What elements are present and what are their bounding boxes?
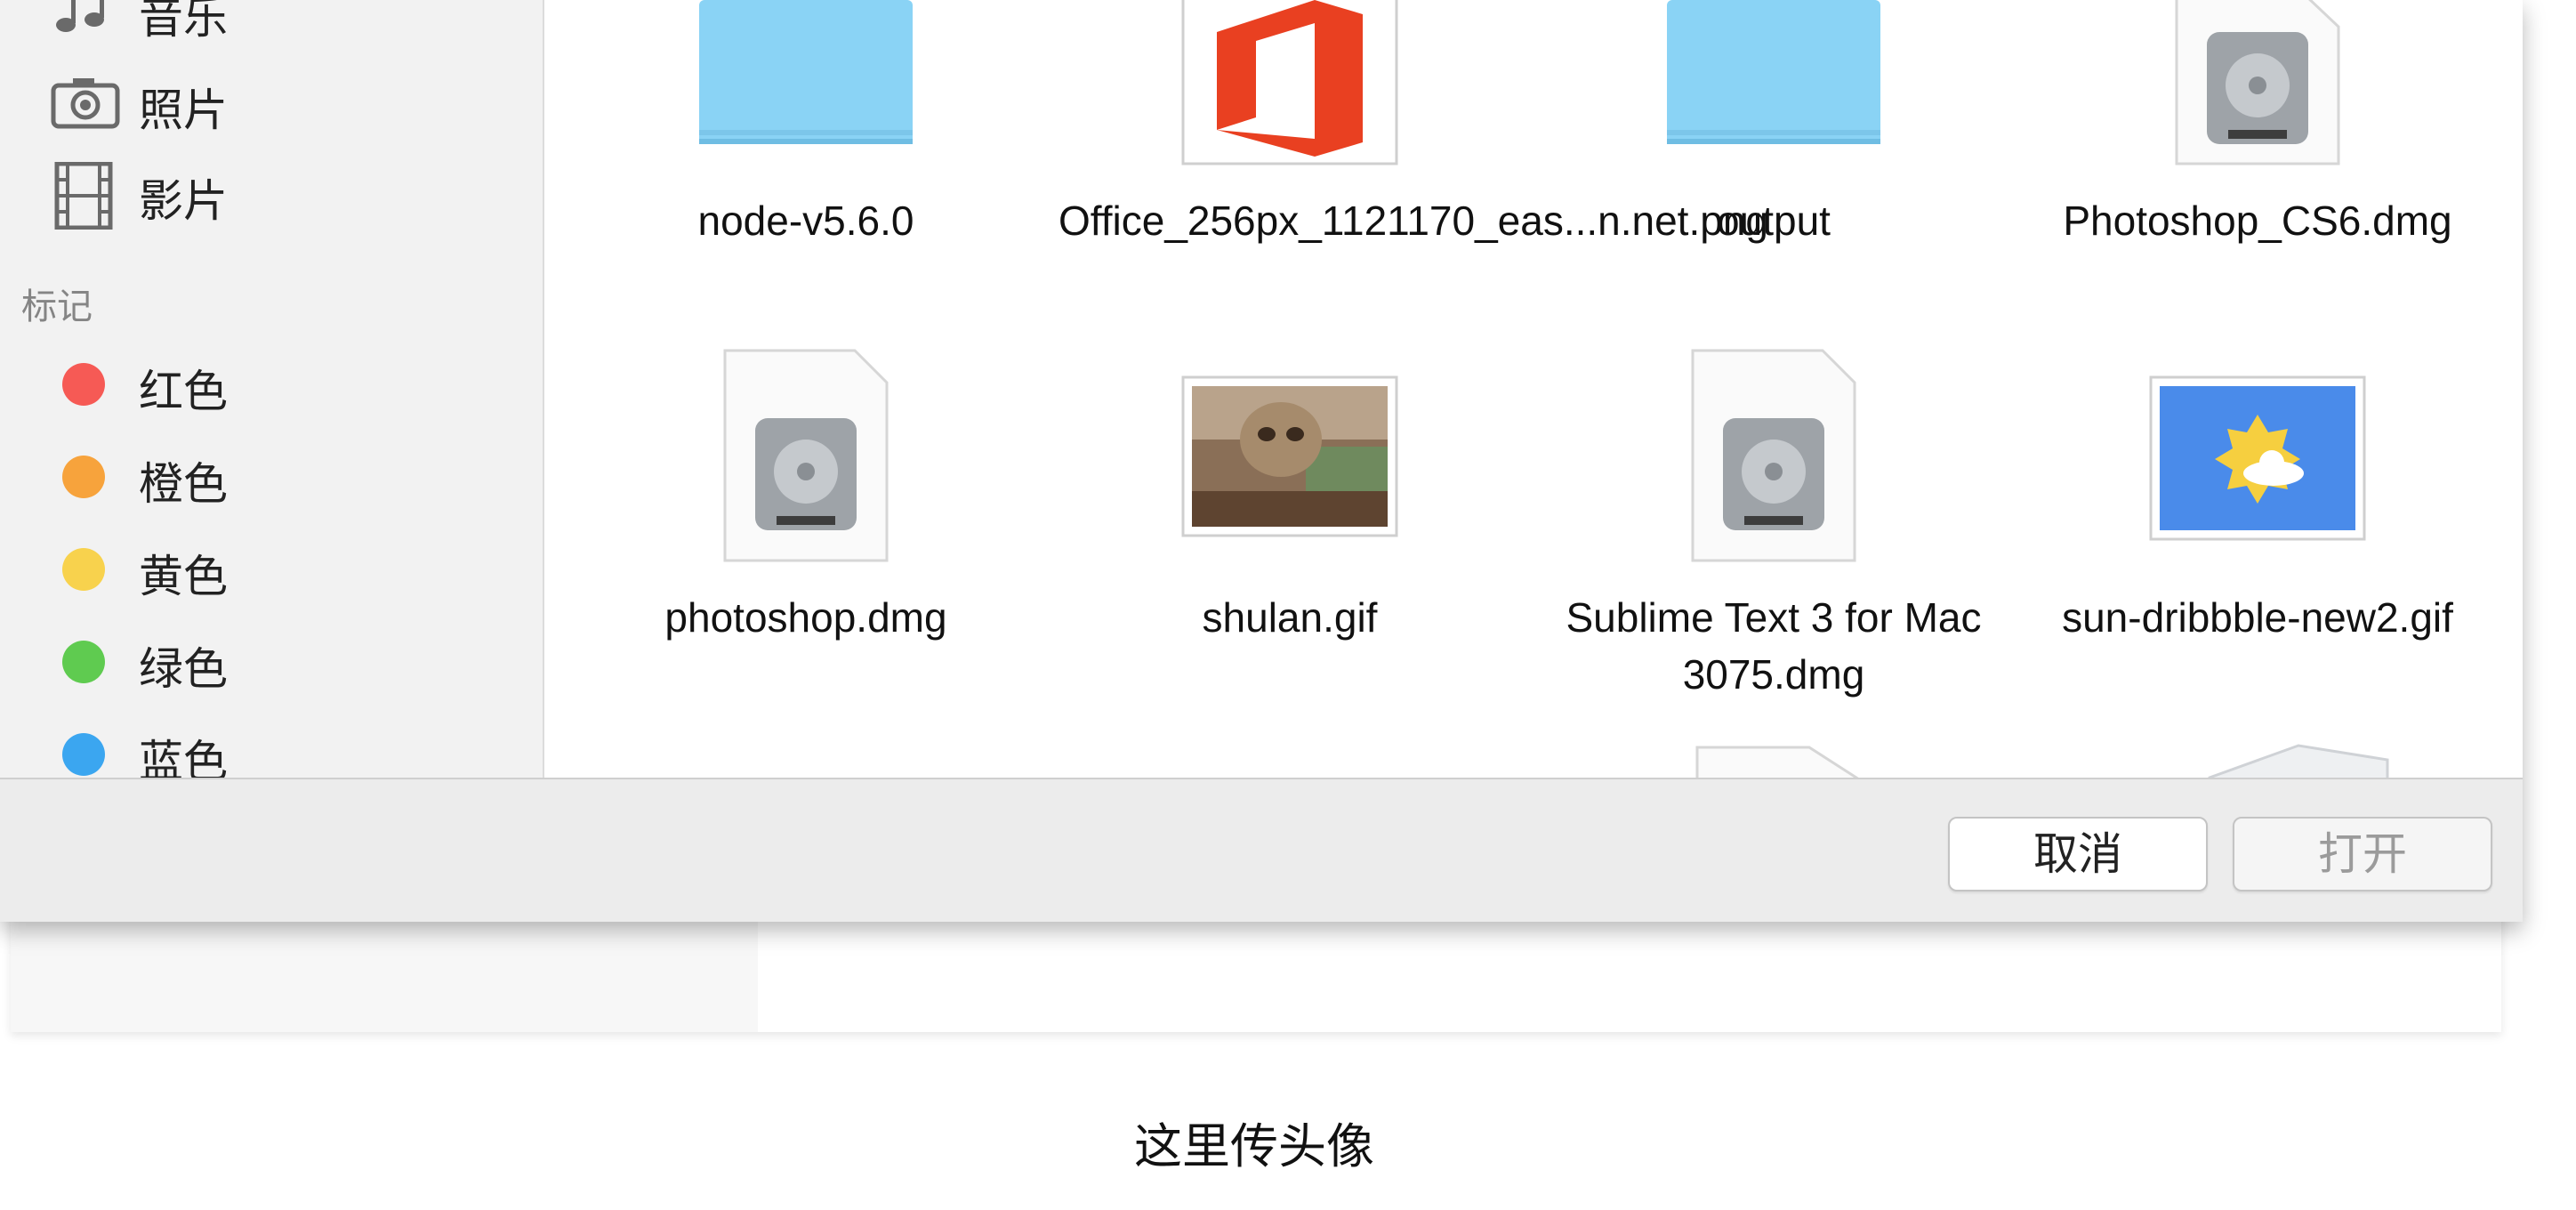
tags-heading: 标记 xyxy=(21,286,93,327)
office-image-icon xyxy=(1059,0,1521,174)
file-name: shulan.gif xyxy=(1202,594,1378,641)
weather-image-icon xyxy=(2026,375,2489,553)
tag-label: 红色 xyxy=(139,366,228,417)
sidebar-item-label: 音乐 xyxy=(139,0,228,44)
camera-icon xyxy=(50,71,121,133)
tag-label: 橙色 xyxy=(139,458,228,510)
music-icon xyxy=(50,0,121,41)
tag-yellow[interactable]: 黄色 xyxy=(0,528,534,609)
cancel-button[interactable]: 取消 xyxy=(1948,817,2208,891)
file-name: node-v5.6.0 xyxy=(697,198,914,244)
disk-image-icon xyxy=(2026,0,2489,174)
tag-label: 蓝色 xyxy=(139,736,228,778)
green-tag-icon xyxy=(62,641,105,683)
open-file-dialog: 音乐 照片 影片 标记 红色 橙色 黄色 绿色 蓝色 node-v5.6.0 O… xyxy=(0,0,2523,922)
file-item-partial[interactable] xyxy=(1694,744,1863,778)
dialog-footer: 取消 打开 xyxy=(0,778,2523,922)
folder-icon xyxy=(1542,0,2005,178)
file-name: Sublime Text 3 for Mac 3075.dmg xyxy=(1566,594,1982,698)
avatar-upload-caption[interactable]: 这里传头像 xyxy=(0,1107,2508,1177)
tag-red[interactable]: 红色 xyxy=(0,343,534,424)
sidebar-item-label: 影片 xyxy=(139,175,228,227)
file-name: output xyxy=(1717,198,1831,244)
file-item-partial[interactable] xyxy=(2201,742,2396,778)
sloth-image-icon xyxy=(1059,375,1521,553)
file-name: photoshop.dmg xyxy=(664,594,947,641)
file-grid[interactable]: node-v5.6.0 Office_256px_1121170_eas...n… xyxy=(544,0,2523,778)
sidebar: 音乐 照片 影片 标记 红色 橙色 黄色 绿色 蓝色 xyxy=(0,0,544,778)
disk-image-icon xyxy=(1542,347,2005,562)
film-icon xyxy=(50,161,121,230)
folder-icon xyxy=(575,0,1037,178)
sidebar-item-music[interactable]: 音乐 xyxy=(0,0,534,50)
tag-orange[interactable]: 橙色 xyxy=(0,436,534,516)
file-name: sun-dribbble-new2.gif xyxy=(2062,594,2453,641)
sidebar-item-photos[interactable]: 照片 xyxy=(0,62,534,142)
tag-blue[interactable]: 蓝色 xyxy=(0,714,534,778)
disk-image-icon xyxy=(575,347,1037,562)
red-tag-icon xyxy=(62,363,105,406)
blue-tag-icon xyxy=(62,733,105,776)
file-name: Office_256px_1121170_eas...n.net.png xyxy=(1059,198,1768,244)
yellow-tag-icon xyxy=(62,548,105,591)
tag-label: 绿色 xyxy=(139,643,228,695)
sidebar-item-label: 照片 xyxy=(139,85,228,136)
sidebar-item-movies[interactable]: 影片 xyxy=(0,153,534,233)
file-name: Photoshop_CS6.dmg xyxy=(2063,198,2452,244)
orange-tag-icon xyxy=(62,456,105,498)
tag-green[interactable]: 绿色 xyxy=(0,621,534,701)
tag-label: 黄色 xyxy=(139,551,228,602)
open-button[interactable]: 打开 xyxy=(2233,817,2492,891)
